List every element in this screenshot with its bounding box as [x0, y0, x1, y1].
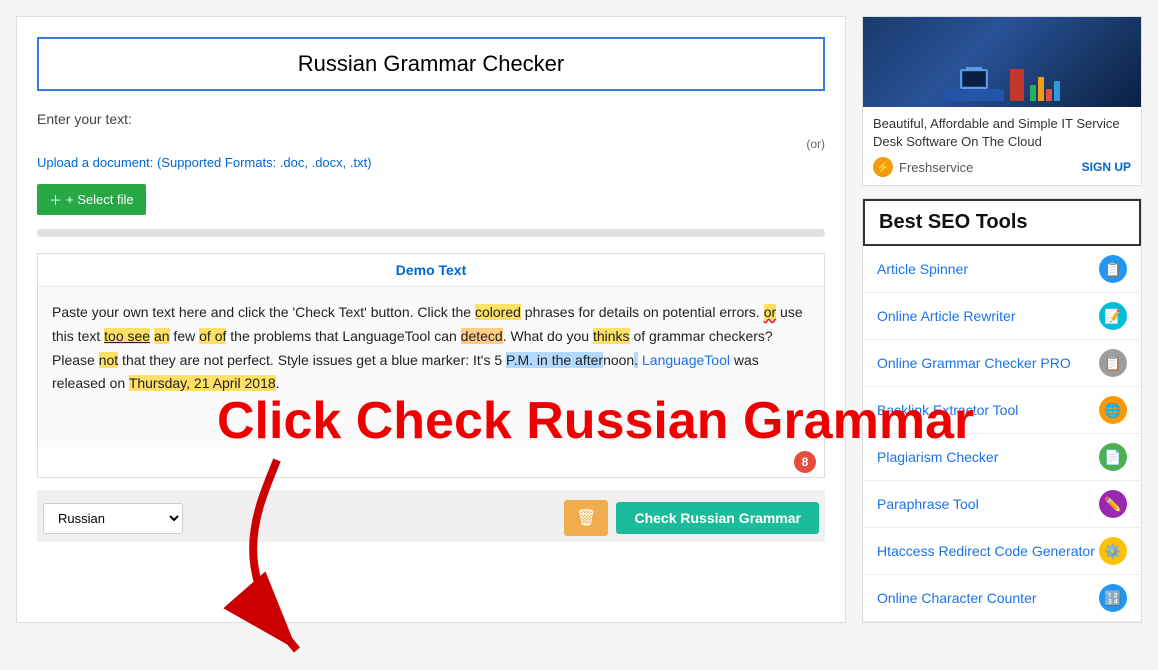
highlight-detecd: detecd — [461, 328, 503, 344]
seo-tool-icon-0: 📋 — [1099, 255, 1127, 283]
highlight-of-of: of of — [199, 328, 226, 344]
text-area-container: Click Check Russian Grammar Demo Text Pa… — [37, 253, 825, 542]
trash-icon: 🗑 — [576, 510, 596, 527]
ad-image[interactable] — [863, 17, 1141, 107]
check-grammar-label: Check Russian Grammar — [634, 510, 801, 526]
seo-tool-link-7[interactable]: Online Character Counter — [877, 590, 1037, 606]
demo-text-box: Demo Text Paste your own text here and c… — [37, 253, 825, 478]
select-file-button[interactable]: ＋ + Select file — [37, 184, 146, 215]
demo-text-static: Paste your own text here and click the '… — [52, 304, 475, 320]
book-shape — [1010, 69, 1024, 101]
ad-headline: Beautiful, Affordable and Simple IT Serv… — [873, 115, 1131, 151]
overlay-arrow — [217, 450, 417, 670]
seo-tools-box: Best SEO Tools Article Spinner 📋 Online Ar… — [862, 198, 1142, 623]
demo-cut3: noon — [603, 352, 634, 368]
highlight-thinks: thinks — [593, 328, 630, 344]
seo-tool-icon-3: 🌐 — [1099, 396, 1127, 424]
bottom-right-actions: 🗑 Check Russian Grammar — [564, 500, 819, 536]
demo-period: . — [276, 375, 280, 391]
seo-tool-item[interactable]: Htaccess Redirect Code Generator⚙️ — [863, 528, 1141, 575]
seo-tools-list: Article Spinner 📋 Online Article Rewriter 📝… — [863, 246, 1141, 622]
seo-tool-icon-7: 🔢 — [1099, 584, 1127, 612]
check-grammar-button[interactable]: Check Russian Grammar — [616, 502, 819, 534]
demo-text-static7: that they are not perfect. Style issues … — [118, 352, 506, 368]
seo-tool-link-6[interactable]: Htaccess Redirect Code Generator — [877, 543, 1095, 559]
main-panel: Russian Grammar Checker Enter your text:… — [16, 16, 846, 623]
ad-image-decor — [863, 17, 1141, 107]
bottom-bar: Russian English German 🗑 Check Russian G… — [37, 490, 825, 542]
demo-text-content[interactable]: Paste your own text here and click the '… — [38, 287, 824, 447]
clear-button[interactable]: 🗑 — [564, 500, 608, 536]
highlight-pm: P.M. in the after — [506, 352, 603, 368]
seo-tool-icon-6: ⚙️ — [1099, 537, 1127, 565]
highlight-colored: colored — [475, 304, 521, 320]
brand-name: Freshservice — [899, 160, 973, 175]
seo-tool-item[interactable]: Article Spinner 📋 — [863, 246, 1141, 293]
brand-icon: ⚡ — [873, 157, 893, 177]
seo-tool-icon-4: 📄 — [1099, 443, 1127, 471]
seo-tool-icon-1: 📝 — [1099, 302, 1127, 330]
chart-shape — [1030, 69, 1060, 101]
enter-text-label: Enter your text: — [37, 111, 825, 127]
upload-row: Upload a document: (Supported Formats: .… — [37, 155, 825, 170]
seo-tools-header: Best SEO Tools — [863, 199, 1141, 246]
highlight-not: not — [99, 352, 118, 368]
seo-tool-link-4[interactable]: Plagiarism Checker — [877, 449, 998, 465]
desk-illustration — [944, 51, 1004, 101]
plus-icon: ＋ — [49, 190, 62, 209]
highlight-an: an — [154, 328, 170, 344]
demo-text-static5: . What do you — [503, 328, 593, 344]
seo-tool-item[interactable]: Online Character Counter 🔢 — [863, 575, 1141, 622]
highlight-lt: LanguageTool — [642, 352, 730, 368]
page-title-box: Russian Grammar Checker — [37, 37, 825, 91]
demo-text-static4: the probl — [226, 328, 284, 344]
demo-text-static2: phrases for details on potential errors. — [521, 304, 764, 320]
or-text: (or) — [37, 137, 825, 151]
seo-tool-link-3[interactable]: Backlink Extractor Tool — [877, 402, 1018, 418]
ad-box: Beautiful, Affordable and Simple IT Serv… — [862, 16, 1142, 186]
seo-tool-link-2[interactable]: Online Grammar Checker PRO — [877, 355, 1071, 371]
seo-tool-item[interactable]: Backlink Extractor Tool 🌐 — [863, 387, 1141, 434]
seo-tool-item[interactable]: Plagiarism Checker 📄 — [863, 434, 1141, 481]
seo-tool-icon-2: 📋 — [1099, 349, 1127, 377]
upload-label: Upload a document: (Supported Formats: .… — [37, 155, 372, 170]
ad-brand: ⚡ Freshservice — [873, 157, 973, 177]
page-title: Russian Grammar Checker — [51, 51, 811, 77]
demo-cut: ems that LanguageTool can — [285, 328, 461, 344]
seo-tool-item[interactable]: Paraphrase Tool ✏️ — [863, 481, 1141, 528]
highlight-date: Thursday, 21 April 2018 — [129, 375, 276, 391]
sidebar: Beautiful, Affordable and Simple IT Serv… — [862, 16, 1142, 623]
badge-row: 8 — [38, 447, 824, 477]
seo-tool-item[interactable]: Online Article Rewriter 📝 — [863, 293, 1141, 340]
ad-text: Beautiful, Affordable and Simple IT Serv… — [863, 107, 1141, 185]
seo-tool-link-0[interactable]: Article Spinner — [877, 261, 968, 277]
highlight-too-see: too see — [104, 328, 150, 344]
signup-link[interactable]: SIGN UP — [1082, 160, 1131, 174]
error-count-badge: 8 — [794, 451, 816, 473]
seo-tool-icon-5: ✏️ — [1099, 490, 1127, 518]
ad-brand-row: ⚡ Freshservice SIGN UP — [873, 157, 1131, 177]
seo-tool-item[interactable]: Online Grammar Checker PRO 📋 — [863, 340, 1141, 387]
demo-space2: few — [170, 328, 200, 344]
demo-cut2: ease — [64, 352, 98, 368]
seo-tool-link-5[interactable]: Paraphrase Tool — [877, 496, 979, 512]
seo-tool-link-1[interactable]: Online Article Rewriter — [877, 308, 1016, 324]
language-select[interactable]: Russian English German — [43, 503, 183, 534]
demo-text-header: Demo Text — [38, 254, 824, 287]
select-file-label: + Select file — [66, 192, 134, 207]
progress-bar — [37, 229, 825, 237]
highlight-or: or — [764, 304, 776, 320]
